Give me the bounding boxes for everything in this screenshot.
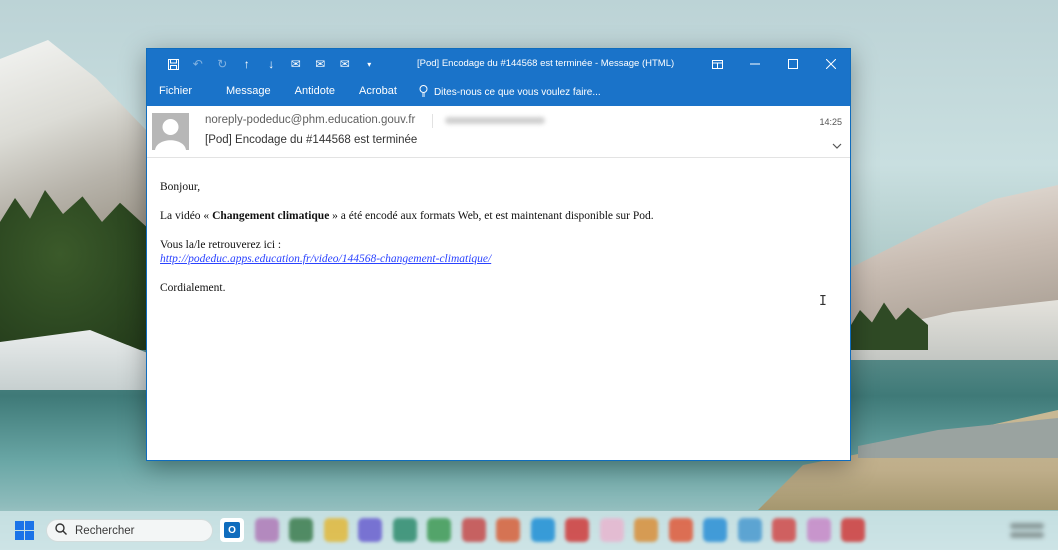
window-controls [698,49,850,79]
taskbar-app-icon[interactable] [530,518,555,542]
taskbar-app-icon[interactable] [841,518,865,542]
system-tray-clock[interactable] [1010,520,1044,542]
search-placeholder: Rechercher [75,524,135,537]
closing: Cordialement. [160,282,226,294]
taskbar-app-icon[interactable] [254,518,279,542]
title-bar: ↶ ↻ ↑ ↓ ✉ ✉ ✉ ▾ [Pod] Encodage du #14456… [147,49,850,79]
taskbar-app-icon[interactable] [737,518,762,542]
undo-icon[interactable]: ↶ [186,49,211,79]
forward-icon[interactable]: ✉ [333,49,358,79]
ribbon-tabs: Fichier Message Antidote Acrobat Dites-n… [147,79,850,106]
header-divider [432,114,433,128]
taskbar-search[interactable]: Rechercher [46,519,213,542]
previous-item-icon[interactable]: ↑ [235,49,260,79]
redo-icon[interactable]: ↻ [210,49,235,79]
reply-all-icon[interactable]: ✉ [308,49,333,79]
outlook-icon[interactable]: O [220,518,244,542]
search-icon [55,523,67,538]
greeting: Bonjour, [160,181,201,193]
recipient-blurred [445,117,545,124]
body-line-1: La vidéo « Changement climatique » a été… [160,210,654,222]
message-subject: [Pod] Encodage du #144568 est terminée [205,134,418,146]
taskbar-app-icon[interactable] [323,518,348,542]
lightbulb-icon [419,85,428,100]
message-body: Bonjour, La vidéo « Changement climatiqu… [160,180,840,310]
next-item-icon[interactable]: ↓ [259,49,284,79]
minimize-icon[interactable] [736,49,774,79]
wallpaper-rock [858,418,1058,458]
taskbar-app-icon[interactable] [703,518,727,542]
video-link[interactable]: http://podeduc.apps.education.fr/video/1… [160,253,491,265]
video-title: Changement climatique [212,210,330,222]
tell-me-box[interactable]: Dites-nous ce que vous voulez faire... [409,85,601,100]
taskbar-app-icon[interactable] [289,518,313,542]
taskbar-app-icon[interactable] [461,518,486,542]
taskbar-app-icon[interactable] [806,518,831,542]
reply-icon[interactable]: ✉ [284,49,309,79]
chevron-down-icon[interactable] [832,140,842,152]
taskbar-app-icon[interactable] [772,518,796,542]
taskbar-app-icon[interactable] [634,518,658,542]
tell-me-text: Dites-nous ce que vous voulez faire... [433,87,601,98]
wallpaper-forest [0,190,150,350]
ribbon-display-options-icon[interactable] [698,49,736,79]
message-time: 14:25 [819,117,842,127]
window-title: [Pod] Encodage du #144568 est terminée -… [417,58,675,69]
tab-message[interactable]: Message [204,79,283,106]
tab-acrobat[interactable]: Acrobat [347,79,409,106]
taskbar-app-icon[interactable] [565,518,589,542]
quick-access-toolbar: ↶ ↻ ↑ ↓ ✉ ✉ ✉ ▾ [147,49,382,79]
taskbar-app-icon[interactable] [427,518,451,542]
close-icon[interactable] [812,49,850,79]
start-button[interactable] [15,521,34,540]
taskbar-app-icon[interactable] [668,518,693,542]
sender-address[interactable]: noreply-podeduc@phm.education.gouv.fr [205,114,415,126]
save-icon[interactable] [161,49,186,79]
tab-antidote[interactable]: Antidote [283,79,347,106]
message-header: noreply-podeduc@phm.education.gouv.fr 14… [147,106,850,158]
customize-toolbar-icon[interactable]: ▾ [357,49,382,79]
body-line-2: Vous la/le retrouverez ici : http://poded… [160,239,492,265]
maximize-icon[interactable] [774,49,812,79]
sender-avatar [152,113,189,150]
taskbar-app-icon[interactable] [599,518,624,542]
taskbar-app-icon[interactable] [496,518,520,542]
taskbar-apps: O [220,518,865,542]
tab-fichier[interactable]: Fichier [147,79,204,106]
taskbar-app-icon[interactable] [392,518,417,542]
taskbar-app-icon[interactable] [358,518,382,542]
taskbar: Rechercher O [0,511,1058,550]
